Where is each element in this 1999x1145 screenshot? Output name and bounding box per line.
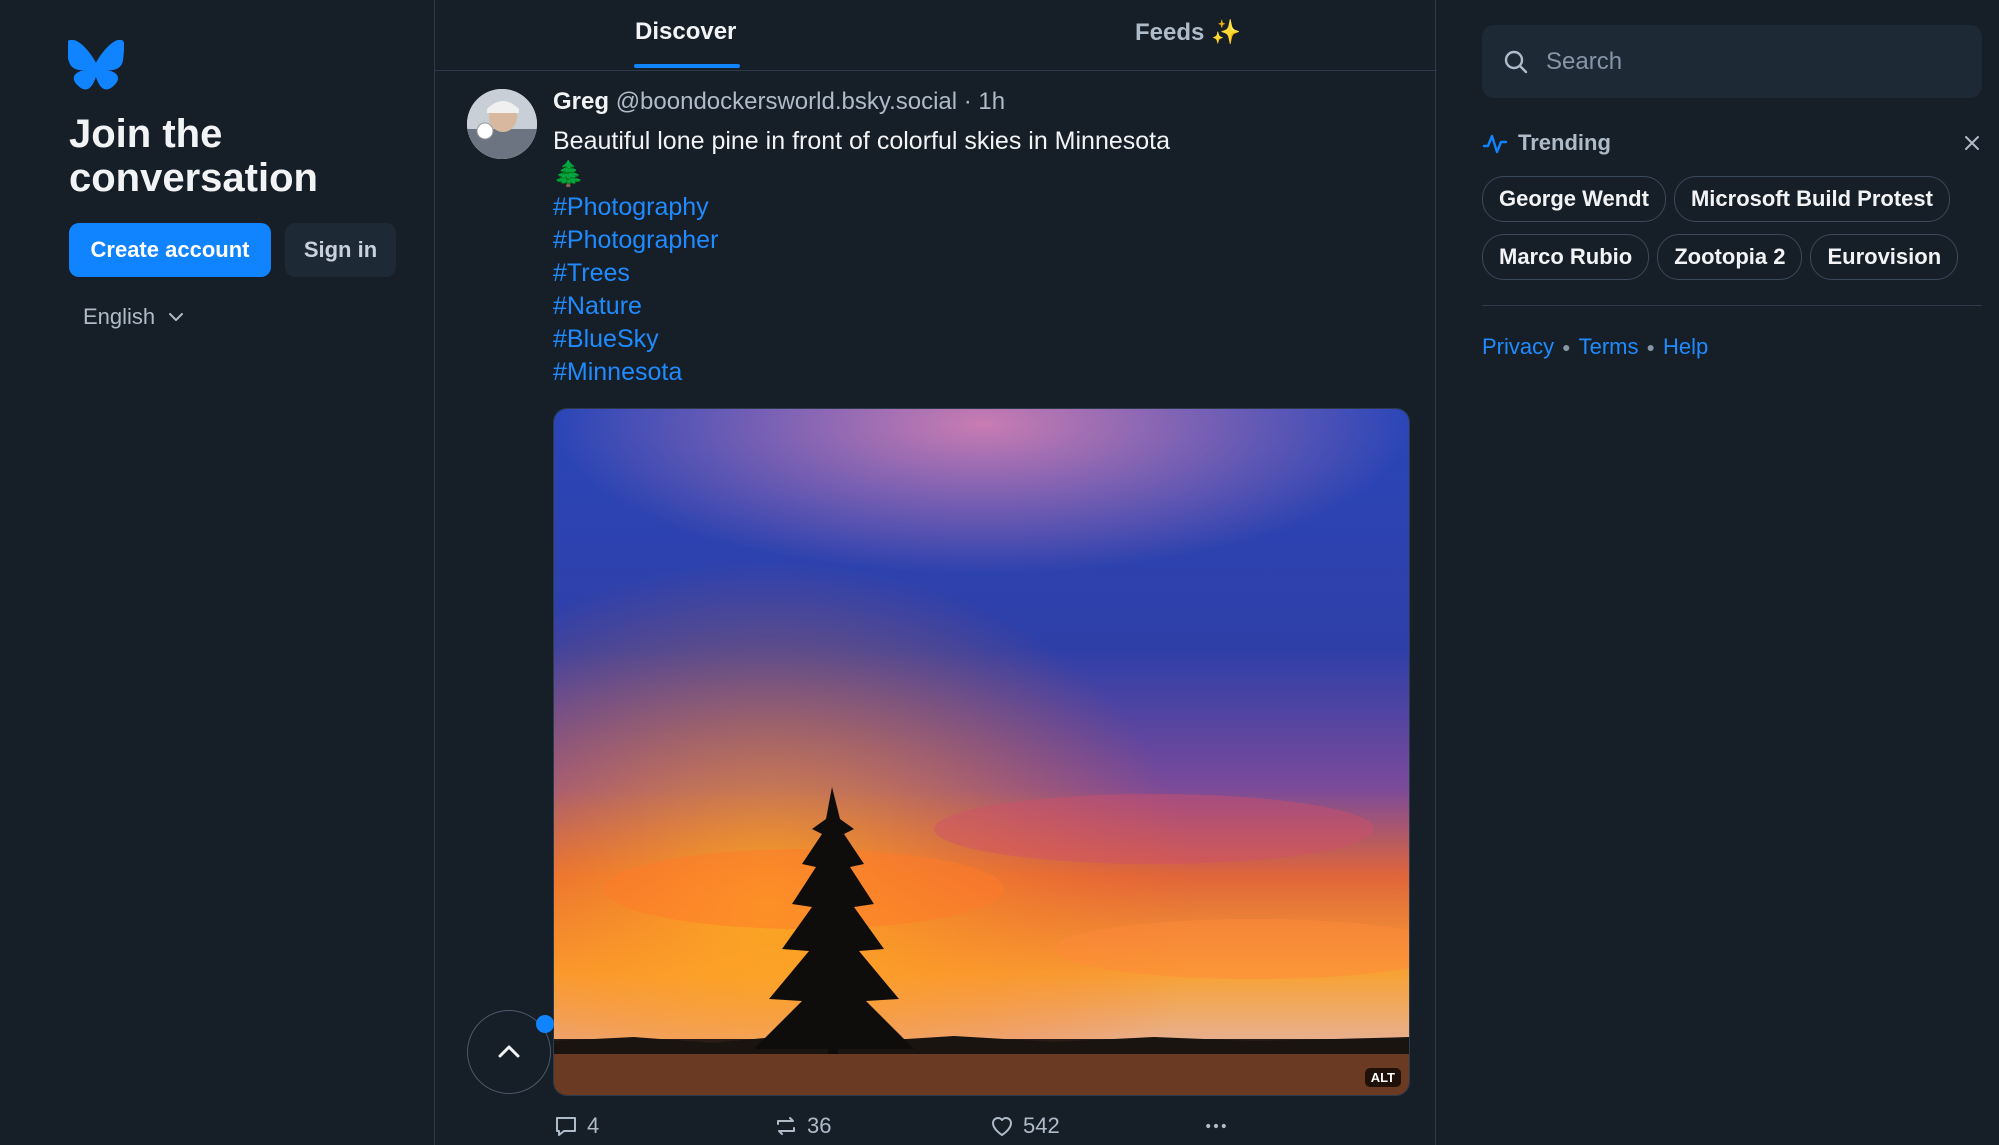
left-sidebar: Join the conversation Create account Sig… [0, 0, 434, 1145]
reply-icon [556, 1117, 576, 1136]
author-name[interactable]: Greg [553, 88, 609, 115]
search-icon [1504, 50, 1528, 73]
repost-icon [777, 1117, 795, 1135]
trending-topic[interactable]: Zootopia 2 [1657, 234, 1803, 280]
alt-badge[interactable]: ALT [1364, 1068, 1401, 1087]
trending-topic[interactable]: Eurovision [1810, 234, 1959, 280]
privacy-link[interactable]: Privacy [1482, 334, 1554, 360]
hashtag-link[interactable]: #Photography [553, 191, 1173, 224]
repost-count: 36 [807, 1113, 832, 1138]
like-button[interactable]: 542 [989, 1113, 1060, 1139]
active-tab-indicator [634, 64, 740, 68]
trending-topic[interactable]: Marco Rubio [1482, 234, 1650, 280]
new-posts-indicator [536, 1015, 554, 1033]
chevron-down-icon [169, 313, 184, 321]
footer-links: Privacy ● Terms ● Help [1482, 334, 1708, 360]
divider [1482, 305, 1982, 306]
avatar[interactable] [467, 89, 537, 159]
language-selector[interactable]: English [83, 304, 185, 330]
more-options-button[interactable] [1203, 1113, 1229, 1139]
search-input[interactable] [1544, 46, 1968, 77]
reply-count: 4 [587, 1113, 600, 1138]
terms-link[interactable]: Terms [1579, 334, 1639, 360]
hashtag-link[interactable]: #Minnesota [553, 356, 1173, 389]
join-title: Join the conversation [69, 112, 318, 200]
sunset-pine-photo [554, 409, 1409, 1095]
post-image[interactable]: ALT [553, 408, 1410, 1096]
post-body: Beautiful lone pine in front of colorful… [553, 125, 1173, 389]
scroll-to-top-button[interactable] [467, 1010, 554, 1094]
chevron-up-icon [498, 1045, 520, 1058]
author-handle[interactable]: @boondockersworld.bsky.social [616, 88, 957, 115]
post-header: Greg @boondockersworld.bsky.social · 1h [553, 88, 1005, 116]
post-actions: 4 36 542 [553, 1113, 1253, 1143]
butterfly-logo-icon[interactable] [68, 40, 124, 90]
create-account-button[interactable]: Create account [69, 223, 271, 277]
repost-button[interactable]: 36 [773, 1113, 831, 1139]
right-sidebar: Trending George Wendt Microsoft Build Pr… [1436, 0, 1999, 1145]
reply-button[interactable]: 4 [553, 1113, 599, 1139]
avatar-image [467, 89, 537, 159]
search-box[interactable] [1482, 25, 1982, 98]
like-count: 542 [1023, 1113, 1060, 1138]
trending-header: Trending [1482, 130, 1611, 156]
tab-feeds[interactable]: Feeds ✨ [1135, 18, 1241, 47]
trending-icon [1482, 134, 1508, 154]
like-icon [992, 1117, 1012, 1136]
post-time[interactable]: · 1h [964, 88, 1005, 115]
language-label: English [83, 304, 156, 329]
trending-topic[interactable]: Microsoft Build Protest [1673, 176, 1950, 222]
trending-topics: George Wendt Microsoft Build Protest Mar… [1482, 176, 1999, 280]
separator-dot: ● [1646, 339, 1655, 355]
hashtag-link[interactable]: #Trees [553, 257, 1173, 290]
help-link[interactable]: Help [1663, 334, 1708, 360]
hashtag-link[interactable]: #Photographer [553, 224, 1173, 257]
separator-dot: ● [1562, 339, 1571, 355]
close-icon[interactable] [1962, 133, 1982, 153]
tab-discover[interactable]: Discover [635, 18, 736, 46]
feed-tabs: Discover Feeds ✨ [435, 0, 1437, 71]
hashtag-link[interactable]: #BlueSky [553, 323, 1173, 356]
trending-topic[interactable]: George Wendt [1482, 176, 1666, 222]
hashtag-link[interactable]: #Nature [553, 290, 1173, 323]
trending-title: Trending [1518, 130, 1611, 155]
main-feed: Discover Feeds ✨ Greg @boondockersworld.… [434, 0, 1437, 1145]
post-text: Beautiful lone pine in front of colorful… [553, 127, 1171, 188]
more-icon [1206, 1123, 1226, 1129]
sign-in-button[interactable]: Sign in [285, 223, 396, 277]
